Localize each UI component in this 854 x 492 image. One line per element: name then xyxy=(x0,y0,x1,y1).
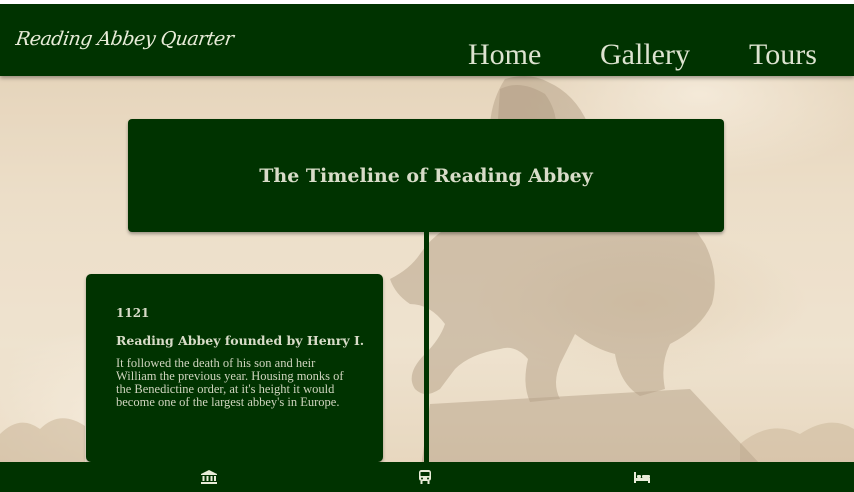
page: Reading Abbey Quarter Home Gallery Tours… xyxy=(0,4,854,492)
main-nav: Home Gallery Tours xyxy=(0,38,854,74)
site-footer xyxy=(0,462,854,492)
timeline-event-card: 1121 Reading Abbey founded by Henry I. I… xyxy=(86,274,383,462)
page-title: The Timeline of Reading Abbey xyxy=(259,164,593,187)
nav-gallery-link[interactable]: Gallery xyxy=(600,38,690,72)
bus-icon[interactable] xyxy=(417,470,433,484)
timeline-vertical-line xyxy=(424,232,429,464)
site-header: Reading Abbey Quarter Home Gallery Tours xyxy=(0,4,854,76)
event-description: It followed the death of his son and hei… xyxy=(116,356,344,409)
museum-icon[interactable] xyxy=(201,470,217,484)
bed-icon[interactable] xyxy=(634,470,650,484)
nav-home-link[interactable]: Home xyxy=(468,38,541,72)
nav-tours-link[interactable]: Tours xyxy=(749,38,817,72)
event-year: 1121 xyxy=(116,306,150,320)
event-title: Reading Abbey founded by Henry I. xyxy=(116,333,365,348)
timeline-title-card: The Timeline of Reading Abbey xyxy=(128,119,724,232)
